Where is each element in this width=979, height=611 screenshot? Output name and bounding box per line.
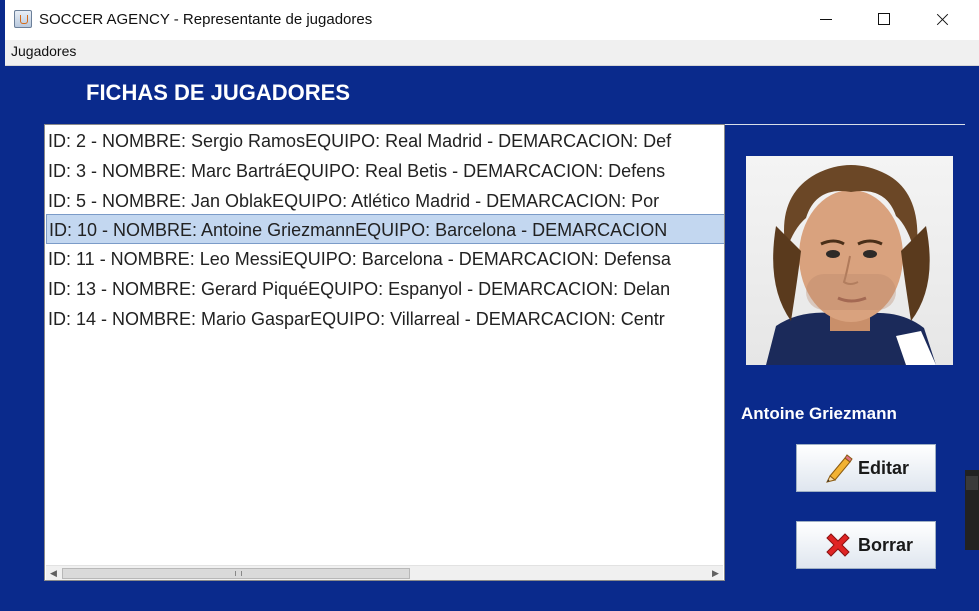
minimize-button[interactable] [797,0,855,40]
background-window-edge [966,476,978,490]
app-window: SOCCER AGENCY - Representante de jugador… [0,0,979,611]
scroll-left-icon[interactable]: ◀ [46,566,61,580]
divider [724,124,965,125]
scrollbar-thumb[interactable] [62,568,410,579]
list-item[interactable]: ID: 13 - NOMBRE: Gerard PiquéEQUIPO: Esp… [46,274,724,304]
list-item[interactable]: ID: 2 - NOMBRE: Sergio RamosEQUIPO: Real… [46,126,724,156]
horizontal-scrollbar[interactable]: ◀ ▶ [46,565,723,580]
edit-button[interactable]: Editar [796,444,936,492]
delete-label: Borrar [858,535,914,555]
red-x-icon [826,533,850,557]
list-item[interactable]: ID: 11 - NOMBRE: Leo MessiEQUIPO: Barcel… [46,244,724,274]
maximize-button[interactable] [855,0,913,40]
menu-jugadores[interactable]: Jugadores [11,43,76,59]
list-item-selected[interactable]: ID: 10 - NOMBRE: Antoine GriezmannEQUIPO… [46,214,724,244]
list-item[interactable]: ID: 5 - NOMBRE: Jan OblakEQUIPO: Atlétic… [46,186,724,216]
menu-bar: Jugadores [5,40,979,66]
edit-label: Editar [858,458,910,478]
close-button[interactable] [913,0,971,40]
page-title: FICHAS DE JUGADORES [86,80,351,105]
minimize-icon [797,0,855,40]
close-icon [913,0,971,40]
player-name: Antoine Griezmann [741,404,897,423]
pencil-icon [826,454,853,483]
list-item[interactable]: ID: 14 - NOMBRE: Mario GasparEQUIPO: Vil… [46,304,724,334]
title-bar: SOCCER AGENCY - Representante de jugador… [5,0,979,40]
window-title: SOCCER AGENCY - Representante de jugador… [39,11,373,28]
list-item[interactable]: ID: 3 - NOMBRE: Marc BartráEQUIPO: Real … [46,156,724,186]
grip-icon [235,571,242,576]
player-list[interactable]: ID: 2 - NOMBRE: Sergio RamosEQUIPO: Real… [44,124,725,581]
player-photo [746,156,953,365]
java-icon [14,10,32,28]
maximize-icon [855,0,913,40]
delete-button[interactable]: Borrar [796,521,936,569]
scroll-right-icon[interactable]: ▶ [708,566,723,580]
